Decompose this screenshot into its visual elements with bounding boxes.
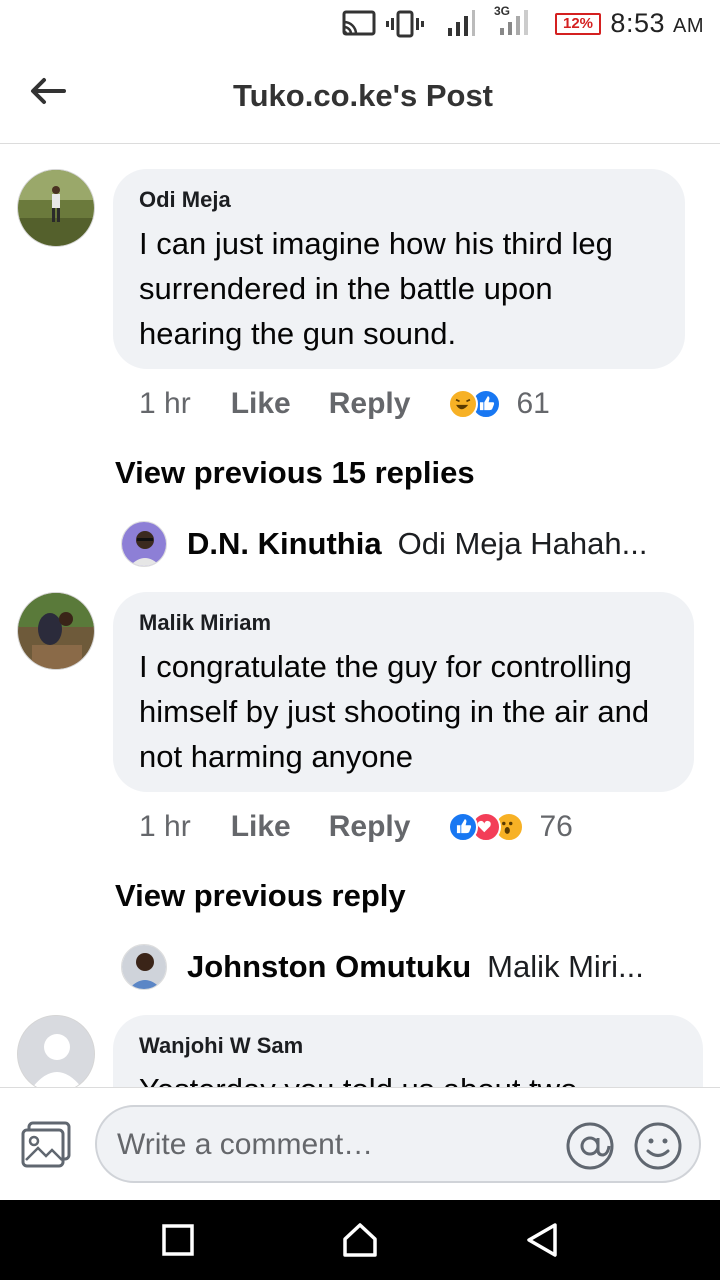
- photo-icon[interactable]: [20, 1120, 72, 1170]
- comment-bubble[interactable]: Odi Meja I can just imagine how his thir…: [113, 169, 685, 369]
- avatar-wanjohi-w-sam[interactable]: [17, 1015, 95, 1087]
- comment-actions: 1 hr Like Reply 61: [139, 384, 550, 424]
- post-header: Tuko.co.ke's Post: [0, 50, 720, 144]
- avatar-odi-meja[interactable]: [17, 169, 95, 247]
- comment-author[interactable]: Odi Meja: [139, 187, 659, 213]
- comment-actions: 1 hr Like Reply 76: [139, 807, 573, 847]
- view-previous-replies[interactable]: View previous 15 replies: [115, 455, 475, 491]
- comment-author[interactable]: Malik Miriam: [139, 610, 668, 636]
- comment-bubble[interactable]: Wanjohi W Sam Yesterday you told us abou…: [113, 1015, 703, 1087]
- comment-text: Yesterday you told us about two: [139, 1067, 677, 1087]
- haha-reaction-icon: [448, 389, 479, 419]
- view-previous-replies[interactable]: View previous reply: [115, 878, 406, 914]
- avatar-dn-kinuthia[interactable]: [121, 521, 167, 567]
- comment-text: I can just imagine how his third leg sur…: [139, 226, 613, 351]
- reply-button[interactable]: Reply: [329, 810, 411, 844]
- latest-reply[interactable]: Johnston Omutuku Malik Miri...: [121, 942, 644, 992]
- comment-text: I congratulate the guy for controlling h…: [139, 649, 650, 774]
- battery-icon: 12%: [555, 13, 601, 35]
- home-icon[interactable]: [340, 1220, 380, 1260]
- signal-icon: [448, 10, 475, 36]
- signal-3g-icon: 3G: [494, 4, 534, 38]
- comment-bubble[interactable]: Malik Miriam I congratulate the guy for …: [113, 592, 694, 792]
- reply-author[interactable]: D.N. Kinuthia: [187, 526, 382, 562]
- emoji-icon[interactable]: [633, 1121, 683, 1171]
- recents-square-icon[interactable]: [158, 1220, 198, 1260]
- system-nav-bar: [0, 1200, 720, 1280]
- mention-at-icon[interactable]: [565, 1121, 615, 1171]
- reply-button[interactable]: Reply: [329, 387, 411, 421]
- clock: 8:53 AM: [610, 8, 704, 38]
- cast-icon: [342, 10, 376, 36]
- comment-time[interactable]: 1 hr: [139, 387, 191, 421]
- reaction-count[interactable]: 76: [539, 810, 572, 844]
- reactions-summary[interactable]: [448, 812, 525, 842]
- reply-author[interactable]: Johnston Omutuku: [187, 949, 471, 985]
- status-bar: 3G 12% 8:53 AM: [0, 0, 720, 50]
- comment-author[interactable]: Wanjohi W Sam: [139, 1033, 677, 1059]
- page-title: Tuko.co.ke's Post: [232, 78, 494, 113]
- reply-preview: Malik Miri...: [487, 949, 644, 984]
- avatar-malik-miriam[interactable]: [17, 592, 95, 670]
- comment-composer: [0, 1087, 720, 1200]
- back-triangle-icon[interactable]: [522, 1220, 562, 1260]
- reaction-count[interactable]: 61: [516, 387, 549, 421]
- vibrate-icon: [386, 10, 424, 38]
- like-button[interactable]: Like: [231, 810, 291, 844]
- like-reaction-icon: [448, 812, 479, 842]
- reply-preview: Odi Meja Hahah...: [397, 526, 648, 561]
- avatar-johnston-omutuku[interactable]: [121, 944, 167, 990]
- reactions-summary[interactable]: [448, 389, 502, 419]
- comment-input[interactable]: [117, 1125, 557, 1165]
- latest-reply[interactable]: D.N. Kinuthia Odi Meja Hahah...: [121, 519, 647, 569]
- comment-time[interactable]: 1 hr: [139, 810, 191, 844]
- comments-feed[interactable]: Odi Meja I can just imagine how his thir…: [0, 145, 720, 1087]
- comment-input-box[interactable]: [95, 1105, 701, 1183]
- like-button[interactable]: Like: [231, 387, 291, 421]
